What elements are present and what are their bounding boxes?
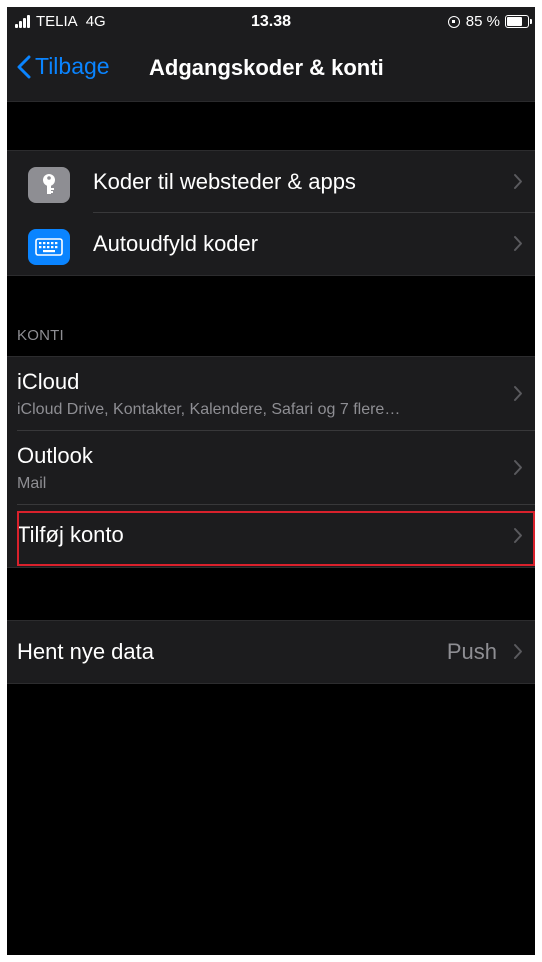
- add-account-label: Tilføj konto: [17, 522, 124, 547]
- account-title: Outlook: [17, 443, 93, 468]
- row-account-icloud[interactable]: iCloud iCloud Drive, Kontakter, Kalender…: [7, 357, 535, 431]
- chevron-right-icon: [513, 173, 523, 190]
- row-autofill-passwords[interactable]: Autoudfyld koder: [7, 213, 535, 275]
- back-label: Tilbage: [35, 53, 110, 79]
- chevron-right-icon: [513, 527, 523, 544]
- rotation-lock-icon: [447, 15, 460, 28]
- passwords-group: Koder til websteder & apps Autoudfyld ko…: [7, 150, 535, 276]
- keyboard-icon: [28, 229, 70, 265]
- chevron-left-icon: [17, 55, 31, 78]
- row-account-outlook[interactable]: Outlook Mail: [7, 431, 535, 505]
- screen: TELIA 4G 13.38 85 % Tilbage Adgangskoder…: [7, 7, 535, 955]
- fetch-group: Hent nye data Push: [7, 620, 535, 684]
- navigation-bar: Tilbage Adgangskoder & konti: [7, 37, 535, 102]
- accounts-group: iCloud iCloud Drive, Kontakter, Kalender…: [7, 356, 535, 568]
- account-title: iCloud: [17, 369, 80, 394]
- key-icon: [28, 167, 70, 203]
- page-title: Adgangskoder & konti: [149, 55, 384, 80]
- fetch-label: Hent nye data: [17, 639, 154, 664]
- row-label: Koder til websteder & apps: [93, 169, 356, 194]
- account-subtitle: Mail: [17, 475, 47, 492]
- chevron-right-icon: [513, 459, 523, 476]
- row-website-app-passwords[interactable]: Koder til websteder & apps: [7, 151, 535, 213]
- chevron-right-icon: [513, 643, 523, 660]
- battery-percent: 85 %: [465, 13, 500, 30]
- battery-cap: [530, 19, 532, 24]
- chevron-right-icon: [513, 235, 523, 252]
- back-button[interactable]: Tilbage: [17, 53, 110, 80]
- battery-fill: [507, 17, 523, 26]
- chevron-right-icon: [513, 385, 523, 402]
- status-bar: TELIA 4G 13.38 85 %: [7, 7, 535, 37]
- add-account-button[interactable]: Tilføj konto: [7, 505, 535, 567]
- row-label: Autoudfyld koder: [93, 231, 259, 256]
- row-fetch-new-data[interactable]: Hent nye data Push: [7, 621, 535, 683]
- status-right: 85 %: [447, 13, 532, 30]
- fetch-value: Push: [446, 639, 497, 664]
- section-header-accounts: KONTI: [17, 327, 64, 344]
- account-subtitle: iCloud Drive, Kontakter, Kalendere, Safa…: [17, 401, 401, 418]
- battery-icon: [505, 15, 532, 28]
